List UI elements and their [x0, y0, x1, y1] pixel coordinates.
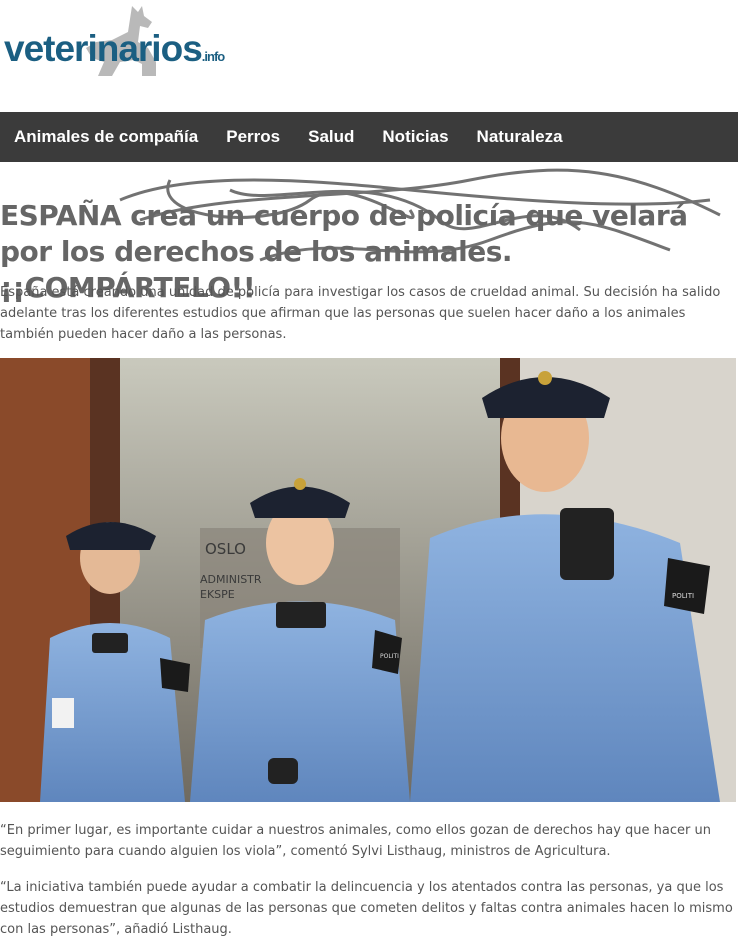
- photo-sign-2: ADMINISTR: [200, 573, 262, 586]
- site-header: veterinarios.info: [0, 0, 738, 112]
- logo-wordmark: veterinarios.info: [4, 28, 225, 69]
- nav-item-perros[interactable]: Perros: [226, 127, 280, 147]
- site-logo[interactable]: veterinarios.info: [2, 0, 262, 82]
- article-intro: España está creando una unidad de policí…: [0, 285, 721, 342]
- nav-item-salud[interactable]: Salud: [308, 127, 354, 147]
- patch-label-right: POLITI: [672, 592, 694, 600]
- main-nav: Animales de compañía Perros Salud Notici…: [0, 112, 738, 162]
- nav-item-noticias[interactable]: Noticias: [382, 127, 448, 147]
- photo-sign-3: EKSPE: [200, 588, 235, 601]
- quote-paragraph-2: “La iniciativa también puede ayudar a co…: [0, 880, 733, 937]
- nav-item-naturaleza[interactable]: Naturaleza: [477, 127, 563, 147]
- article-photo: OSLO ADMINISTR EKSPE POLITI POLITI: [0, 358, 736, 802]
- logo-suffix: .info: [201, 49, 225, 64]
- quote-paragraph-1: “En primer lugar, es importante cuidar a…: [0, 823, 711, 859]
- patch-label-middle: POLITI: [380, 653, 399, 660]
- police-officers-photo: OSLO ADMINISTR EKSPE POLITI POLITI: [0, 358, 736, 802]
- nav-item-animales[interactable]: Animales de compañía: [14, 127, 198, 147]
- photo-sign-1: OSLO: [205, 540, 246, 558]
